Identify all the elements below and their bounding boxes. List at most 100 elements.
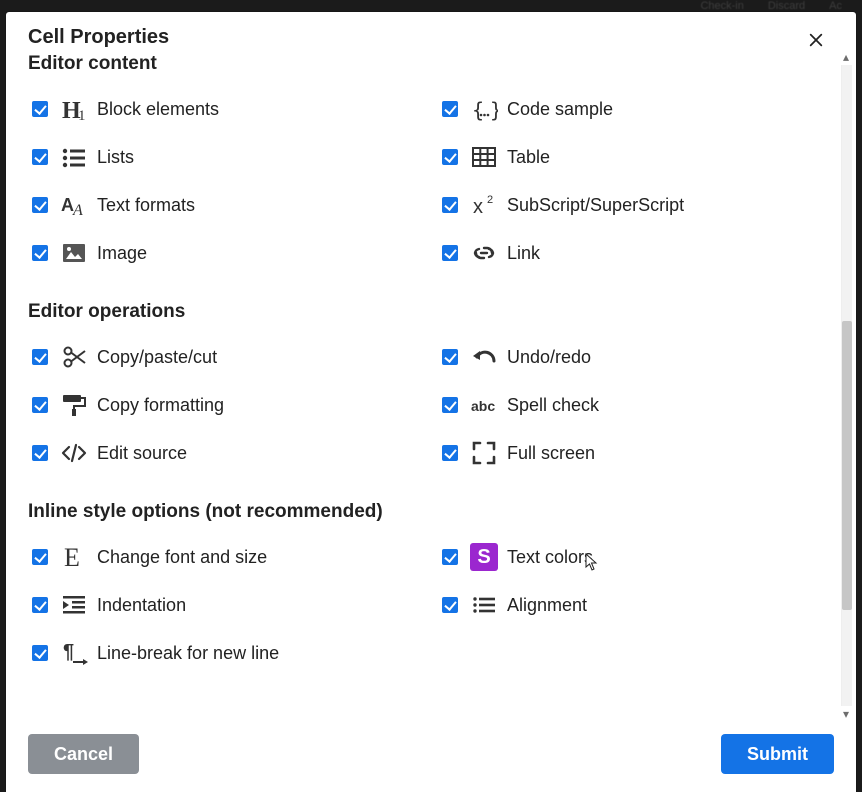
braces-icon: [469, 94, 499, 124]
option-lists[interactable]: Lists: [28, 133, 426, 181]
label-alignment: Alignment: [507, 595, 587, 616]
fullscreen-icon: [469, 438, 499, 468]
checkbox-code-sample[interactable]: [442, 101, 458, 117]
label-full-screen: Full screen: [507, 443, 595, 464]
label-copy-formatting: Copy formatting: [97, 395, 224, 416]
checkbox-link[interactable]: [442, 245, 458, 261]
link-icon: [469, 238, 499, 268]
option-line-break[interactable]: Line-break for new line: [28, 629, 426, 677]
checkbox-edit-source[interactable]: [32, 445, 48, 461]
checkbox-indentation[interactable]: [32, 597, 48, 613]
label-line-break: Line-break for new line: [97, 643, 279, 664]
dialog-footer: Cancel Submit: [6, 722, 856, 792]
checkbox-text-formats[interactable]: [32, 197, 48, 213]
label-sub-super: SubScript/SuperScript: [507, 195, 684, 216]
submit-button[interactable]: Submit: [721, 734, 834, 774]
backdrop-menu-item: Ac: [829, 0, 842, 12]
codeslash-icon: [59, 438, 89, 468]
backdrop-menu-item: Discard: [768, 0, 805, 12]
label-link: Link: [507, 243, 540, 264]
scroll-up-icon[interactable]: ▴: [843, 49, 849, 65]
option-text-colors[interactable]: S Text colors: [438, 533, 836, 581]
checkbox-spell-check[interactable]: [442, 397, 458, 413]
option-link[interactable]: Link: [438, 229, 836, 277]
checkbox-change-font[interactable]: [32, 549, 48, 565]
option-indentation[interactable]: Indentation: [28, 581, 426, 629]
scroll-down-icon[interactable]: ▾: [843, 706, 849, 722]
undo-icon: [469, 342, 499, 372]
serif-e-icon: [59, 542, 89, 572]
scissors-icon: [59, 342, 89, 372]
checkbox-sub-super[interactable]: [442, 197, 458, 213]
checkbox-table[interactable]: [442, 149, 458, 165]
checkbox-lists[interactable]: [32, 149, 48, 165]
option-copy-paste-cut[interactable]: Copy/paste/cut: [28, 333, 426, 381]
checkbox-block-elements[interactable]: [32, 101, 48, 117]
table-icon: [469, 142, 499, 172]
cell-properties-dialog: Cell Properties Editor content Block ele…: [6, 12, 856, 792]
checkbox-image[interactable]: [32, 245, 48, 261]
label-edit-source: Edit source: [97, 443, 187, 464]
aa-icon: [59, 190, 89, 220]
h1-icon: [59, 94, 89, 124]
label-block-elements: Block elements: [97, 99, 219, 120]
scroll-area: Editor content Block elements Code sampl…: [6, 49, 836, 722]
option-copy-formatting[interactable]: Copy formatting: [28, 381, 426, 429]
option-sub-super[interactable]: SubScript/SuperScript: [438, 181, 836, 229]
label-lists: Lists: [97, 147, 134, 168]
cancel-button[interactable]: Cancel: [28, 734, 139, 774]
scrollbar-thumb[interactable]: [842, 321, 852, 609]
label-change-font: Change font and size: [97, 547, 267, 568]
list-icon: [59, 142, 89, 172]
label-undo-redo: Undo/redo: [507, 347, 591, 368]
option-edit-source[interactable]: Edit source: [28, 429, 426, 477]
option-spell-check[interactable]: Spell check: [438, 381, 836, 429]
option-code-sample[interactable]: Code sample: [438, 85, 836, 133]
indent-icon: [59, 590, 89, 620]
section-title-editor-operations: Editor operations: [28, 301, 836, 323]
s-badge-icon: S: [469, 542, 499, 572]
checkbox-full-screen[interactable]: [442, 445, 458, 461]
section-title-inline-style: Inline style options (not recommended): [28, 501, 836, 523]
image-icon: [59, 238, 89, 268]
backdrop-menu: Check-in Discard Ac: [0, 0, 862, 12]
pilcrow-icon: [59, 638, 89, 668]
inline-style-grid: Change font and size S Text colors Inden…: [28, 533, 836, 677]
editor-ops-grid: Copy/paste/cut Undo/redo Copy formatting…: [28, 333, 836, 477]
dialog-body: Editor content Block elements Code sampl…: [6, 49, 856, 722]
close-icon: [808, 30, 824, 50]
option-change-font[interactable]: Change font and size: [28, 533, 426, 581]
format-roller-icon: [59, 390, 89, 420]
option-table[interactable]: Table: [438, 133, 836, 181]
checkbox-copy-paste-cut[interactable]: [32, 349, 48, 365]
dialog-header: Cell Properties: [6, 12, 856, 49]
option-text-formats[interactable]: Text formats: [28, 181, 426, 229]
checkbox-undo-redo[interactable]: [442, 349, 458, 365]
section-title-editor-content: Editor content: [28, 53, 836, 75]
label-spell-check: Spell check: [507, 395, 599, 416]
label-text-formats: Text formats: [97, 195, 195, 216]
dialog-title: Cell Properties: [28, 26, 834, 49]
option-block-elements[interactable]: Block elements: [28, 85, 426, 133]
option-undo-redo[interactable]: Undo/redo: [438, 333, 836, 381]
checkbox-text-colors[interactable]: [442, 549, 458, 565]
option-image[interactable]: Image: [28, 229, 426, 277]
editor-content-grid: Block elements Code sample Lists: [28, 85, 836, 277]
label-copy-paste-cut: Copy/paste/cut: [97, 347, 217, 368]
label-text-colors: Text colors: [507, 547, 593, 568]
checkbox-alignment[interactable]: [442, 597, 458, 613]
x2-icon: [469, 190, 499, 220]
label-table: Table: [507, 147, 550, 168]
checkbox-line-break[interactable]: [32, 645, 48, 661]
label-image: Image: [97, 243, 147, 264]
label-code-sample: Code sample: [507, 99, 613, 120]
label-indentation: Indentation: [97, 595, 186, 616]
option-alignment[interactable]: Alignment: [438, 581, 836, 629]
checkbox-copy-formatting[interactable]: [32, 397, 48, 413]
backdrop-menu-item: Check-in: [700, 0, 743, 12]
abc-icon: [469, 390, 499, 420]
option-full-screen[interactable]: Full screen: [438, 429, 836, 477]
scrollbar-track[interactable]: [841, 65, 852, 706]
alignment-icon: [469, 590, 499, 620]
vertical-scrollbar[interactable]: ▴ ▾: [838, 49, 854, 722]
